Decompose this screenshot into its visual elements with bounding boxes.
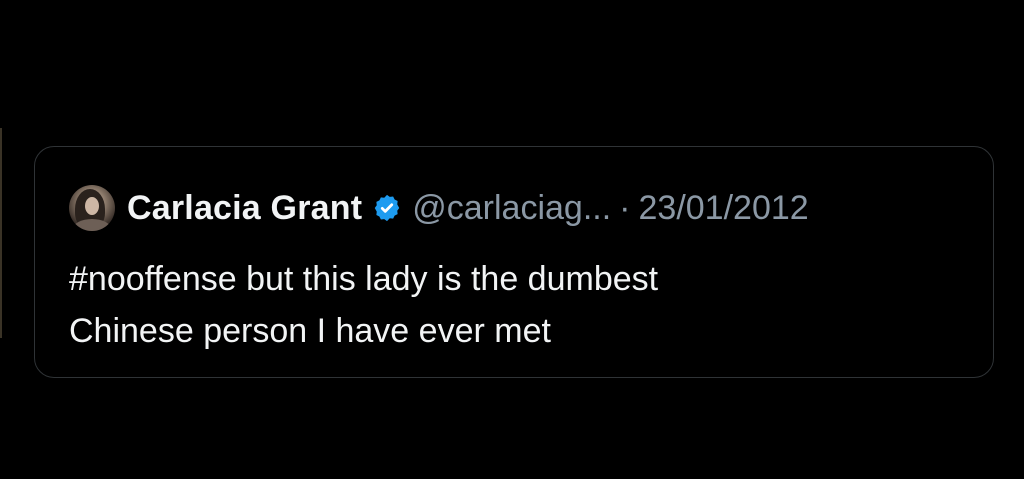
tweet-text: #nooffense but this lady is the dumbest …: [69, 260, 659, 350]
quoted-tweet-card[interactable]: Carlacia Grant @carlaciag... · 23/01/201…: [34, 146, 994, 378]
avatar-shoulder-shape: [73, 219, 111, 231]
username-handle[interactable]: @carlaciag...: [412, 189, 611, 228]
avatar[interactable]: [69, 185, 115, 231]
avatar-face-shape: [85, 197, 99, 215]
header-separator: ·: [619, 188, 631, 227]
tweet-header: Carlacia Grant @carlaciag... · 23/01/201…: [69, 185, 809, 231]
left-edge-divider: [0, 128, 2, 338]
verified-badge-icon: [372, 193, 402, 223]
tweet-date[interactable]: 23/01/2012: [639, 189, 809, 228]
display-name[interactable]: Carlacia Grant: [127, 189, 362, 228]
